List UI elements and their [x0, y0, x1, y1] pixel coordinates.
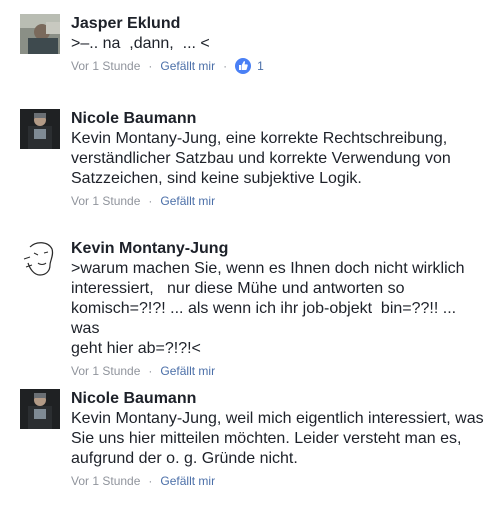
- like-button[interactable]: Gefällt mir: [160, 193, 215, 209]
- separator-dot: ·: [223, 59, 228, 73]
- comment-text: >–.. na ,dann, ... <: [71, 35, 210, 52]
- comment-timestamp: Vor 1 Stunde: [71, 364, 141, 378]
- comment-text: >warum machen Sie, wenn es Ihnen doch ni…: [71, 260, 465, 357]
- separator-dot: ·: [148, 194, 153, 208]
- like-button[interactable]: Gefällt mir: [160, 473, 215, 489]
- comment-meta: Vor 1 Stunde · Gefällt mir · 1: [71, 58, 488, 74]
- comment-timestamp: Vor 1 Stunde: [71, 474, 141, 488]
- avatar[interactable]: [20, 239, 60, 279]
- comment-author[interactable]: Nicole Baumann: [71, 109, 488, 129]
- comment-author[interactable]: Kevin Montany-Jung: [71, 239, 488, 259]
- like-count[interactable]: 1: [257, 58, 264, 74]
- avatar[interactable]: [20, 14, 60, 54]
- separator-dot: ·: [148, 364, 153, 378]
- user-photo-avatar-icon: [20, 109, 60, 149]
- comment-author[interactable]: Jasper Eklund: [71, 14, 488, 34]
- like-button[interactable]: Gefällt mir: [160, 58, 215, 74]
- user-photo-avatar-icon: [20, 14, 60, 54]
- comment-timestamp: Vor 1 Stunde: [71, 194, 141, 208]
- comment-timestamp: Vor 1 Stunde: [71, 59, 141, 73]
- separator-dot: ·: [148, 59, 153, 73]
- comment-meta: Vor 1 Stunde · Gefällt mir: [71, 473, 488, 489]
- separator-dot: ·: [148, 474, 153, 488]
- comment-text: Kevin Montany-Jung, weil mich eigentlich…: [71, 410, 484, 467]
- comment-author[interactable]: Nicole Baumann: [71, 389, 488, 409]
- avatar[interactable]: [20, 389, 60, 429]
- avatar[interactable]: [20, 109, 60, 149]
- comment-meta: Vor 1 Stunde · Gefällt mir: [71, 363, 488, 379]
- sketch-face-avatar-icon: [20, 239, 60, 279]
- user-photo-avatar-icon: [20, 389, 60, 429]
- thumbs-up-icon[interactable]: [235, 58, 252, 74]
- comment-text: Kevin Montany-Jung, eine korrekte Rechts…: [71, 130, 451, 187]
- like-button[interactable]: Gefällt mir: [160, 363, 215, 379]
- comment-meta: Vor 1 Stunde · Gefällt mir: [71, 193, 488, 209]
